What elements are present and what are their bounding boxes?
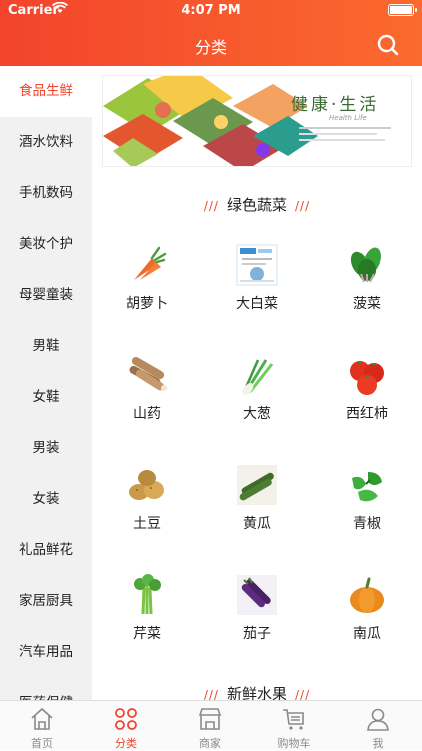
grid-item-pumpkin[interactable]: 南瓜 — [312, 561, 422, 671]
sidebar-item-home[interactable]: 家居厨具 — [0, 576, 92, 627]
section-slash-right: /// — [295, 688, 311, 700]
sidebar-item-drinks[interactable]: 酒水饮料 — [0, 117, 92, 168]
category-content: 健康·生活 Health Life /// 绿色蔬菜 /// 胡萝卜 大白菜 菠菜 … — [92, 66, 422, 700]
section-title-text: 新鲜水果 — [226, 685, 287, 700]
sidebar-item-auto[interactable]: 汽车用品 — [0, 627, 92, 678]
promo-banner[interactable]: 健康·生活 Health Life — [102, 75, 412, 167]
cabbage-icon — [236, 244, 278, 286]
item-label: 大白菜 — [236, 296, 278, 312]
store-icon — [198, 708, 222, 730]
tab-category[interactable]: 分类 — [84, 701, 168, 751]
clock: 4:07 PM — [181, 3, 241, 18]
grid-item-green-pepper[interactable]: 青椒 — [312, 451, 422, 561]
tab-label: 我 — [372, 737, 384, 750]
battery-icon — [388, 4, 417, 16]
grid-item-scallion[interactable]: 大葱 — [202, 341, 312, 451]
category-icon — [115, 708, 137, 730]
item-label: 黄瓜 — [243, 516, 271, 532]
potato-icon — [129, 470, 164, 500]
cucumber-icon — [237, 465, 277, 505]
scallion-icon — [242, 359, 274, 395]
item-label: 茄子 — [243, 626, 271, 642]
item-label: 山药 — [133, 406, 161, 422]
item-label: 土豆 — [133, 516, 161, 532]
sidebar-item-food[interactable]: 食品生鲜 — [0, 66, 92, 117]
grid-item-carrot[interactable]: 胡萝卜 — [92, 231, 202, 341]
item-label: 西红柿 — [346, 406, 388, 422]
sidebar-item-womenswear[interactable]: 女装 — [0, 474, 92, 525]
user-icon — [367, 708, 389, 731]
spinach-icon — [350, 247, 381, 283]
grid-item-tomato[interactable]: 西红柿 — [312, 341, 422, 451]
page-title: 分类 — [194, 38, 227, 57]
section-title-text: 绿色蔬菜 — [226, 196, 287, 214]
banner-slogan: 健康·生活 — [291, 95, 380, 115]
section-slash-left: /// — [203, 688, 219, 700]
item-label: 胡萝卜 — [126, 296, 168, 312]
grid-item-celery[interactable]: 芹菜 — [92, 561, 202, 671]
tab-label: 分类 — [115, 737, 137, 750]
sidebar-item-womens-shoes[interactable]: 女鞋 — [0, 372, 92, 423]
sidebar-item-digital[interactable]: 手机数码 — [0, 168, 92, 219]
grid-item-spinach[interactable]: 菠菜 — [312, 231, 422, 341]
tab-me[interactable]: 我 — [336, 701, 420, 751]
tab-store[interactable]: 商家 — [168, 701, 252, 751]
grid-item-cucumber[interactable]: 黄瓜 — [202, 451, 312, 561]
sidebar-item-health[interactable]: 医药保健 — [0, 678, 92, 700]
search-icon[interactable] — [376, 33, 400, 57]
tab-label: 商家 — [199, 737, 221, 750]
item-label: 芹菜 — [133, 626, 161, 642]
carrot-icon — [134, 246, 167, 280]
green-pepper-icon — [352, 472, 382, 502]
nav-header: Carrier 4:07 PM 分类 — [0, 0, 422, 66]
status-bar: Carrier 4:07 PM — [0, 0, 422, 22]
banner-decoration — [299, 124, 399, 148]
tab-label: 首页 — [31, 737, 53, 750]
tab-bar: 首页 分类 商家 购物车 我 — [0, 700, 422, 750]
item-label: 菠菜 — [353, 296, 381, 312]
section-slash-left: /// — [203, 199, 219, 213]
sidebar-item-mens-shoes[interactable]: 男鞋 — [0, 321, 92, 372]
sidebar-item-beauty[interactable]: 美妆个护 — [0, 219, 92, 270]
tomato-icon — [350, 361, 384, 395]
pumpkin-icon — [350, 577, 384, 613]
grid-item-cabbage[interactable]: 大白菜 — [202, 231, 312, 341]
sidebar-item-gifts[interactable]: 礼品鲜花 — [0, 525, 92, 576]
grid-item-potato[interactable]: 土豆 — [92, 451, 202, 561]
grid-item-eggplant[interactable]: 茄子 — [202, 561, 312, 671]
category-sidebar: 食品生鲜 酒水饮料 手机数码 美妆个护 母婴童装 男鞋 女鞋 男装 女装 礼品鲜… — [0, 66, 92, 700]
tab-cart[interactable]: 购物车 — [252, 701, 336, 751]
tab-home[interactable]: 首页 — [0, 701, 84, 751]
banner-subtext: Health Life — [329, 114, 367, 122]
cart-icon — [283, 709, 304, 730]
item-label: 青椒 — [353, 516, 381, 532]
eggplant-icon — [237, 575, 277, 615]
sidebar-item-menswear[interactable]: 男装 — [0, 423, 92, 474]
item-label: 南瓜 — [353, 626, 381, 642]
item-label: 大葱 — [243, 406, 271, 422]
celery-icon — [134, 574, 161, 615]
section-title-vegetables: /// 绿色蔬菜 /// — [92, 194, 422, 215]
sidebar-item-baby[interactable]: 母婴童装 — [0, 270, 92, 321]
yam-icon — [129, 357, 167, 391]
tab-label: 购物车 — [277, 737, 311, 750]
section-title-fruits: /// 新鲜水果 /// — [92, 683, 422, 700]
home-icon — [31, 707, 53, 730]
grid-item-yam[interactable]: 山药 — [92, 341, 202, 451]
section-slash-right: /// — [295, 199, 311, 213]
